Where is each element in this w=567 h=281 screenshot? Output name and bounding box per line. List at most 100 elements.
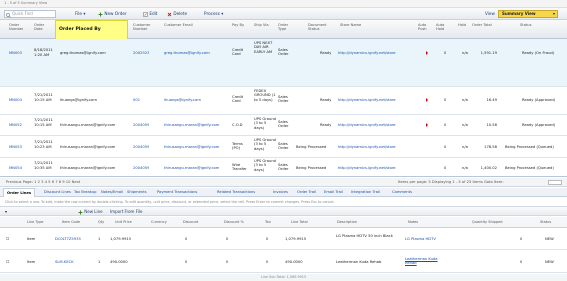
notes-link[interactable]: Leatherman Kuda Rehab: [405, 257, 445, 266]
customer-email-link[interactable]: thirusangu.maran@ignify.com: [164, 166, 219, 170]
col-order-type[interactable]: Order Type: [278, 23, 294, 32]
auto-push-flag: [426, 98, 428, 103]
col-order-number[interactable]: Order Number: [9, 23, 23, 32]
view-select[interactable]: Summary View ▾: [498, 10, 558, 18]
process-menu-button[interactable]: Process ▾: [204, 11, 223, 17]
col-description[interactable]: Description: [337, 220, 357, 224]
tab-notes-email[interactable]: Notes/Email: [101, 190, 123, 194]
order-type: Sales Order: [278, 120, 289, 129]
flag-icon: [426, 51, 428, 55]
order-total: 1,400.02: [480, 166, 497, 170]
order-number-link[interactable]: MN052: [9, 123, 22, 127]
add-icon: [98, 12, 103, 16]
store-link[interactable]: http://dynamics.ignify.net/store: [338, 98, 415, 102]
col-notes[interactable]: Notes: [408, 220, 418, 224]
customer-email-link[interactable]: greg.thomas@ignify.com: [164, 51, 210, 55]
col-line-status[interactable]: Status: [540, 220, 551, 224]
col-item-code[interactable]: Item Code: [62, 220, 80, 224]
col-pay-by[interactable]: Pay By: [232, 23, 248, 27]
goto-item-input[interactable]: [548, 180, 562, 185]
file-menu-button[interactable]: File ▾: [75, 11, 85, 17]
customer-number-link[interactable]: 2002923: [133, 51, 149, 55]
new-order-button[interactable]: New Order: [98, 11, 127, 17]
page-links[interactable]: Previous Page: 1 2 3 4 5 6 7 8 9 10 Next: [6, 178, 80, 187]
customer-number-link[interactable]: 2004059: [133, 166, 149, 170]
customer-number-link[interactable]: 001: [133, 98, 140, 102]
store-link[interactable]: http://dynamics.ignify.net/store: [338, 123, 415, 127]
ship-via: FEDEX GROUND (1 to 5 days): [254, 89, 276, 102]
tax: 0: [266, 237, 269, 241]
notes-link[interactable]: LG Plasma HDTV: [405, 237, 457, 241]
col-tax[interactable]: Tax: [265, 220, 271, 224]
store-link[interactable]: http://dynamics.ignify.net/store: [338, 166, 415, 170]
order-status: Being Processed (Queued): [505, 166, 554, 170]
col-auto-push[interactable]: Auto Push: [418, 23, 434, 32]
order-line-row[interactable]: ☐ Item DC0LT7Z5935 1 1,079.9915 0 0 0 1,…: [0, 228, 567, 250]
customer-email-link[interactable]: lhuangs@ignify.com: [164, 98, 201, 102]
order-number-link[interactable]: MN003: [9, 51, 22, 55]
customer-email-link[interactable]: thirusangu.maran@ignify.com: [164, 123, 219, 127]
col-order-total[interactable]: Order Total: [472, 23, 494, 27]
discount: 0: [185, 237, 188, 241]
customer-number-link[interactable]: 2004059: [133, 123, 149, 127]
flag-icon: [426, 98, 428, 102]
quick-find-input[interactable]: Quick Find: [4, 10, 56, 18]
col-discount-pct[interactable]: Discount %: [224, 220, 244, 224]
col-line-total[interactable]: Line Total: [291, 220, 308, 224]
order-line-row[interactable]: ☐ Item SLM-KECK 1 490.0000 0 0 0 490.000…: [0, 251, 567, 273]
col-customer-number[interactable]: Customer Number: [133, 23, 155, 32]
edit-button[interactable]: Edit: [143, 11, 157, 17]
tab-related-transactions[interactable]: Related Transactions: [217, 190, 255, 194]
col-line-type[interactable]: Line Type: [27, 220, 43, 224]
row-select-checkbox[interactable]: ☐: [6, 260, 9, 264]
col-hold[interactable]: Hold: [458, 23, 470, 27]
order-total: 16.49: [486, 98, 497, 102]
col-auto-hold[interactable]: Auto Hold: [436, 23, 452, 32]
col-document-status[interactable]: Document Status: [308, 23, 338, 32]
order-number-link[interactable]: MN004: [9, 98, 22, 102]
delete-icon: [167, 12, 172, 16]
col-customer-email[interactable]: Customer Email: [164, 23, 200, 27]
tab-email-trail[interactable]: Email Trail: [324, 190, 343, 194]
title-bar: 1 - 5 of 5 Summary View: [0, 0, 567, 8]
col-order-date[interactable]: Order Date: [34, 23, 52, 32]
tab-discount-lines[interactable]: Discount Lines: [44, 190, 71, 194]
col-status[interactable]: Status: [520, 23, 550, 27]
table-row[interactable]: MN053 7/21/2011 10:23 AM thirusangu.mara…: [0, 136, 567, 158]
new-line-button[interactable]: New Line: [78, 209, 103, 215]
col-currency[interactable]: Currency: [151, 220, 167, 224]
selector-icon[interactable]: ▾: [5, 209, 7, 214]
tab-integration-trail[interactable]: Integration Trail: [351, 190, 380, 194]
tab-order-trail[interactable]: Order Trail: [297, 190, 316, 194]
row-select-checkbox[interactable]: ☐: [6, 237, 9, 241]
order-number-link[interactable]: MN054: [9, 166, 22, 170]
order-type: Sales Order: [278, 48, 289, 57]
table-row[interactable]: MN003 8/18/2011 1:20 AM greg.thomas@igni…: [0, 39, 567, 87]
col-unit-price[interactable]: Unit Price: [115, 220, 132, 224]
tab-tax-breakup[interactable]: Tax Breakup: [74, 190, 96, 194]
col-ship-via[interactable]: Ship Via: [254, 23, 272, 27]
table-row[interactable]: MN052 7/21/2011 10:15 AM thirusangu.mara…: [0, 115, 567, 136]
item-code-link[interactable]: DC0LT7Z5935: [55, 237, 81, 241]
tab-order-lines[interactable]: Order Lines: [3, 188, 36, 197]
item-code-link[interactable]: SLM-KECK: [55, 260, 74, 264]
tab-shipments[interactable]: Shipments: [127, 190, 147, 194]
customer-number-link[interactable]: 2004059: [133, 145, 149, 149]
add-icon: [78, 210, 83, 214]
tab-comments[interactable]: Comments: [392, 190, 412, 194]
customer-email-link[interactable]: thirusangu.maran@ignify.com: [164, 145, 219, 149]
col-store-name[interactable]: Store Name: [340, 23, 380, 27]
store-link[interactable]: http://dynamics.ignify.net/store: [338, 51, 415, 55]
order-number-link[interactable]: MN053: [9, 145, 22, 149]
table-row[interactable]: MN004 7/21/2011 10:15 AM lhuangs@ignify.…: [0, 87, 567, 115]
col-qty[interactable]: Qty: [98, 220, 104, 224]
delete-button[interactable]: Delete: [167, 11, 187, 17]
tab-payment-transactions[interactable]: Payment Transactions: [157, 190, 197, 194]
col-discount[interactable]: Discount: [183, 220, 198, 224]
pager: Previous Page: 1 2 3 4 5 6 7 8 9 10 Next…: [0, 178, 567, 187]
tab-invoices[interactable]: Invoices: [273, 190, 288, 194]
import-from-file-button[interactable]: Import From File: [110, 209, 142, 214]
store-link[interactable]: http://dynamics.ignify.net/store: [338, 145, 415, 149]
table-row[interactable]: MN054 7/21/2011 10:35 AM thirusangu.mara…: [0, 158, 567, 177]
col-quantity-shipped[interactable]: Quantity Shipped: [472, 220, 502, 224]
